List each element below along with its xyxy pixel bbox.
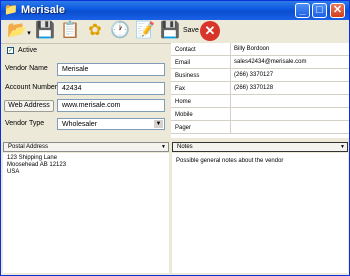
clock-icon[interactable]: 🕐 [110, 21, 130, 41]
email-key: Email [175, 60, 191, 66]
account-number-label: Account Number [5, 84, 58, 91]
notes-text: Possible general notes about the vendor [176, 158, 284, 164]
pager-value[interactable] [230, 121, 349, 134]
address-line: USA [7, 169, 20, 175]
active-checkbox[interactable]: ✓ [7, 47, 14, 54]
toolbar: 📂▾ 💾 📋 ✿ 🕐 📝 💾 Save ✕ [1, 20, 349, 44]
close-button[interactable]: ✕ [330, 3, 345, 18]
pager-row: Pager [171, 121, 349, 134]
title-bar[interactable]: 📁 Merisale _ □ ✕ [1, 1, 349, 20]
email-row: Email sales42434@merisale.com [171, 56, 349, 69]
chevron-down-icon[interactable]: ▼ [340, 143, 345, 151]
minimize-button[interactable]: _ [295, 3, 310, 18]
notes-type-select[interactable]: Notes ▼ [172, 142, 348, 152]
vendor-name-field[interactable]: Merisale [57, 63, 165, 76]
mobile-value[interactable] [230, 108, 349, 121]
mobile-key: Mobile [175, 112, 193, 118]
fax-value[interactable]: (266) 3370128 [230, 82, 349, 95]
folder-open-icon[interactable]: 📂▾ [7, 21, 31, 41]
contact-row: Contact Billy Bordoon [171, 43, 349, 56]
business-key: Business [175, 73, 200, 79]
contact-grid: Contact Billy Bordoon Email sales42434@m… [171, 43, 349, 138]
save-label[interactable]: Save [183, 27, 199, 34]
window-title: Merisale [21, 4, 66, 16]
business-value[interactable]: (266) 3370127 [230, 69, 349, 82]
notes-panel[interactable]: Possible general notes about the vendor [172, 153, 348, 273]
fax-key: Fax [175, 86, 186, 92]
notes-type-value: Notes [177, 144, 193, 150]
clipboard-icon[interactable]: 📋 [60, 21, 80, 41]
contact-key: Contact [175, 47, 196, 53]
save-disk-icon[interactable]: 💾 [160, 21, 180, 41]
address-panel[interactable]: 123 Shipping Lane Moosehead AB 12123 USA [3, 153, 169, 273]
pencil-notepad-icon[interactable]: 📝 [135, 21, 155, 41]
home-value[interactable] [230, 95, 349, 108]
folder-icon: 📁 [4, 4, 18, 16]
address-line: 123 Shipping Lane [7, 155, 58, 161]
floppy-icon[interactable]: 💾 [35, 21, 55, 41]
home-key: Home [175, 99, 192, 105]
mobile-row: Mobile [171, 108, 349, 121]
address-line: Moosehead AB 12123 [7, 162, 67, 168]
flower-gear-icon[interactable]: ✿ [85, 21, 105, 41]
business-row: Business (266) 3370127 [171, 69, 349, 82]
active-label: Active [18, 47, 38, 54]
contact-value[interactable]: Billy Bordoon [230, 43, 349, 56]
fax-row: Fax (266) 3370128 [171, 82, 349, 95]
address-type-value: Postal Address [8, 144, 49, 150]
vendor-window: 📁 Merisale _ □ ✕ 📂▾ 💾 📋 ✿ 🕐 📝 💾 Save ✕ ✓… [0, 0, 350, 276]
vendor-type-select[interactable]: Wholesaler ▼ [57, 118, 165, 130]
chevron-down-icon[interactable]: ▼ [161, 143, 166, 151]
account-number-field[interactable]: 42434 [57, 82, 165, 95]
address-type-select[interactable]: Postal Address ▼ [3, 142, 169, 152]
maximize-button[interactable]: □ [312, 3, 327, 18]
email-value[interactable]: sales42434@merisale.com [230, 56, 349, 69]
web-address-field[interactable]: www.merisale.com [57, 99, 165, 112]
vendor-name-label: Vendor Name [5, 65, 48, 72]
chevron-down-icon[interactable]: ▼ [154, 120, 163, 128]
web-address-button[interactable]: Web Address [4, 100, 54, 112]
pager-key: Pager [175, 125, 192, 131]
vendor-type-label: Vendor Type [5, 120, 45, 127]
delete-x-icon[interactable]: ✕ [200, 21, 220, 41]
home-row: Home [171, 95, 349, 108]
vendor-type-value: Wholesaler [62, 121, 98, 128]
